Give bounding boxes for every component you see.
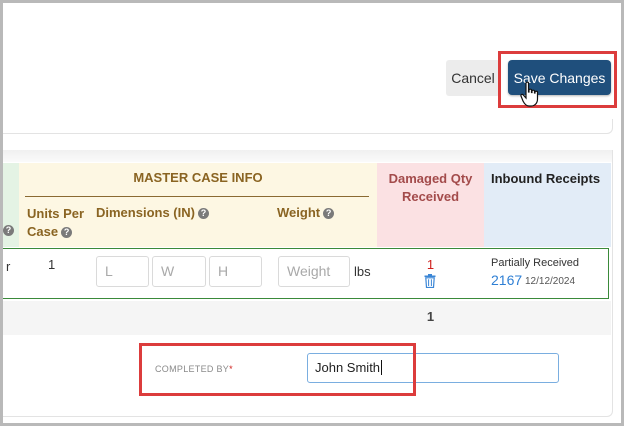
trash-icon[interactable] — [424, 274, 436, 288]
question-icon[interactable]: ? — [197, 208, 209, 219]
inbound-receipts-header: Inbound Receipts — [491, 171, 601, 186]
previous-column-value: r — [6, 259, 11, 274]
length-input[interactable]: L — [96, 256, 149, 287]
units-per-case-label: Units Per Case — [27, 206, 85, 239]
inbound-receipt-date: 12/12/2024 — [525, 276, 576, 287]
dimensions-header: Dimensions (IN)? — [96, 205, 209, 220]
units-per-case-value: 1 — [48, 257, 56, 272]
height-input[interactable]: H — [209, 256, 262, 287]
weight-header: Weight? — [277, 205, 335, 220]
hand-pointer-cursor-icon — [520, 81, 539, 107]
question-icon[interactable]: ? — [323, 208, 335, 219]
master-case-title: MASTER CASE INFO — [133, 170, 263, 185]
damaged-qty-value: 1 — [426, 257, 435, 272]
dimensions-label: Dimensions (IN) — [96, 205, 195, 220]
damaged-qty-total: 1 — [426, 309, 435, 324]
table-top-edge — [3, 150, 612, 162]
weight-unit-label: lbs — [354, 264, 371, 279]
weight-input[interactable]: Weight — [278, 256, 350, 287]
screen: Cancel Save Changes ? MASTER CASE INFO U… — [3, 3, 621, 423]
question-icon[interactable]: ? — [3, 225, 14, 236]
width-input[interactable]: W — [152, 256, 206, 287]
weight-label: Weight — [277, 205, 321, 220]
totals-row — [3, 301, 611, 335]
damaged-qty-header: Damaged Qty Received — [388, 171, 473, 204]
inbound-receipt-link[interactable]: 2167 — [491, 272, 522, 288]
inbound-status: Partially Received — [491, 257, 580, 269]
completed-by-highlight-box — [139, 343, 416, 396]
cancel-button[interactable]: Cancel — [446, 60, 500, 96]
question-icon[interactable]: ? — [61, 227, 73, 238]
master-case-divider — [25, 196, 369, 197]
units-per-case-header: Units Per Case? — [27, 205, 91, 241]
top-card-edge — [3, 119, 613, 134]
